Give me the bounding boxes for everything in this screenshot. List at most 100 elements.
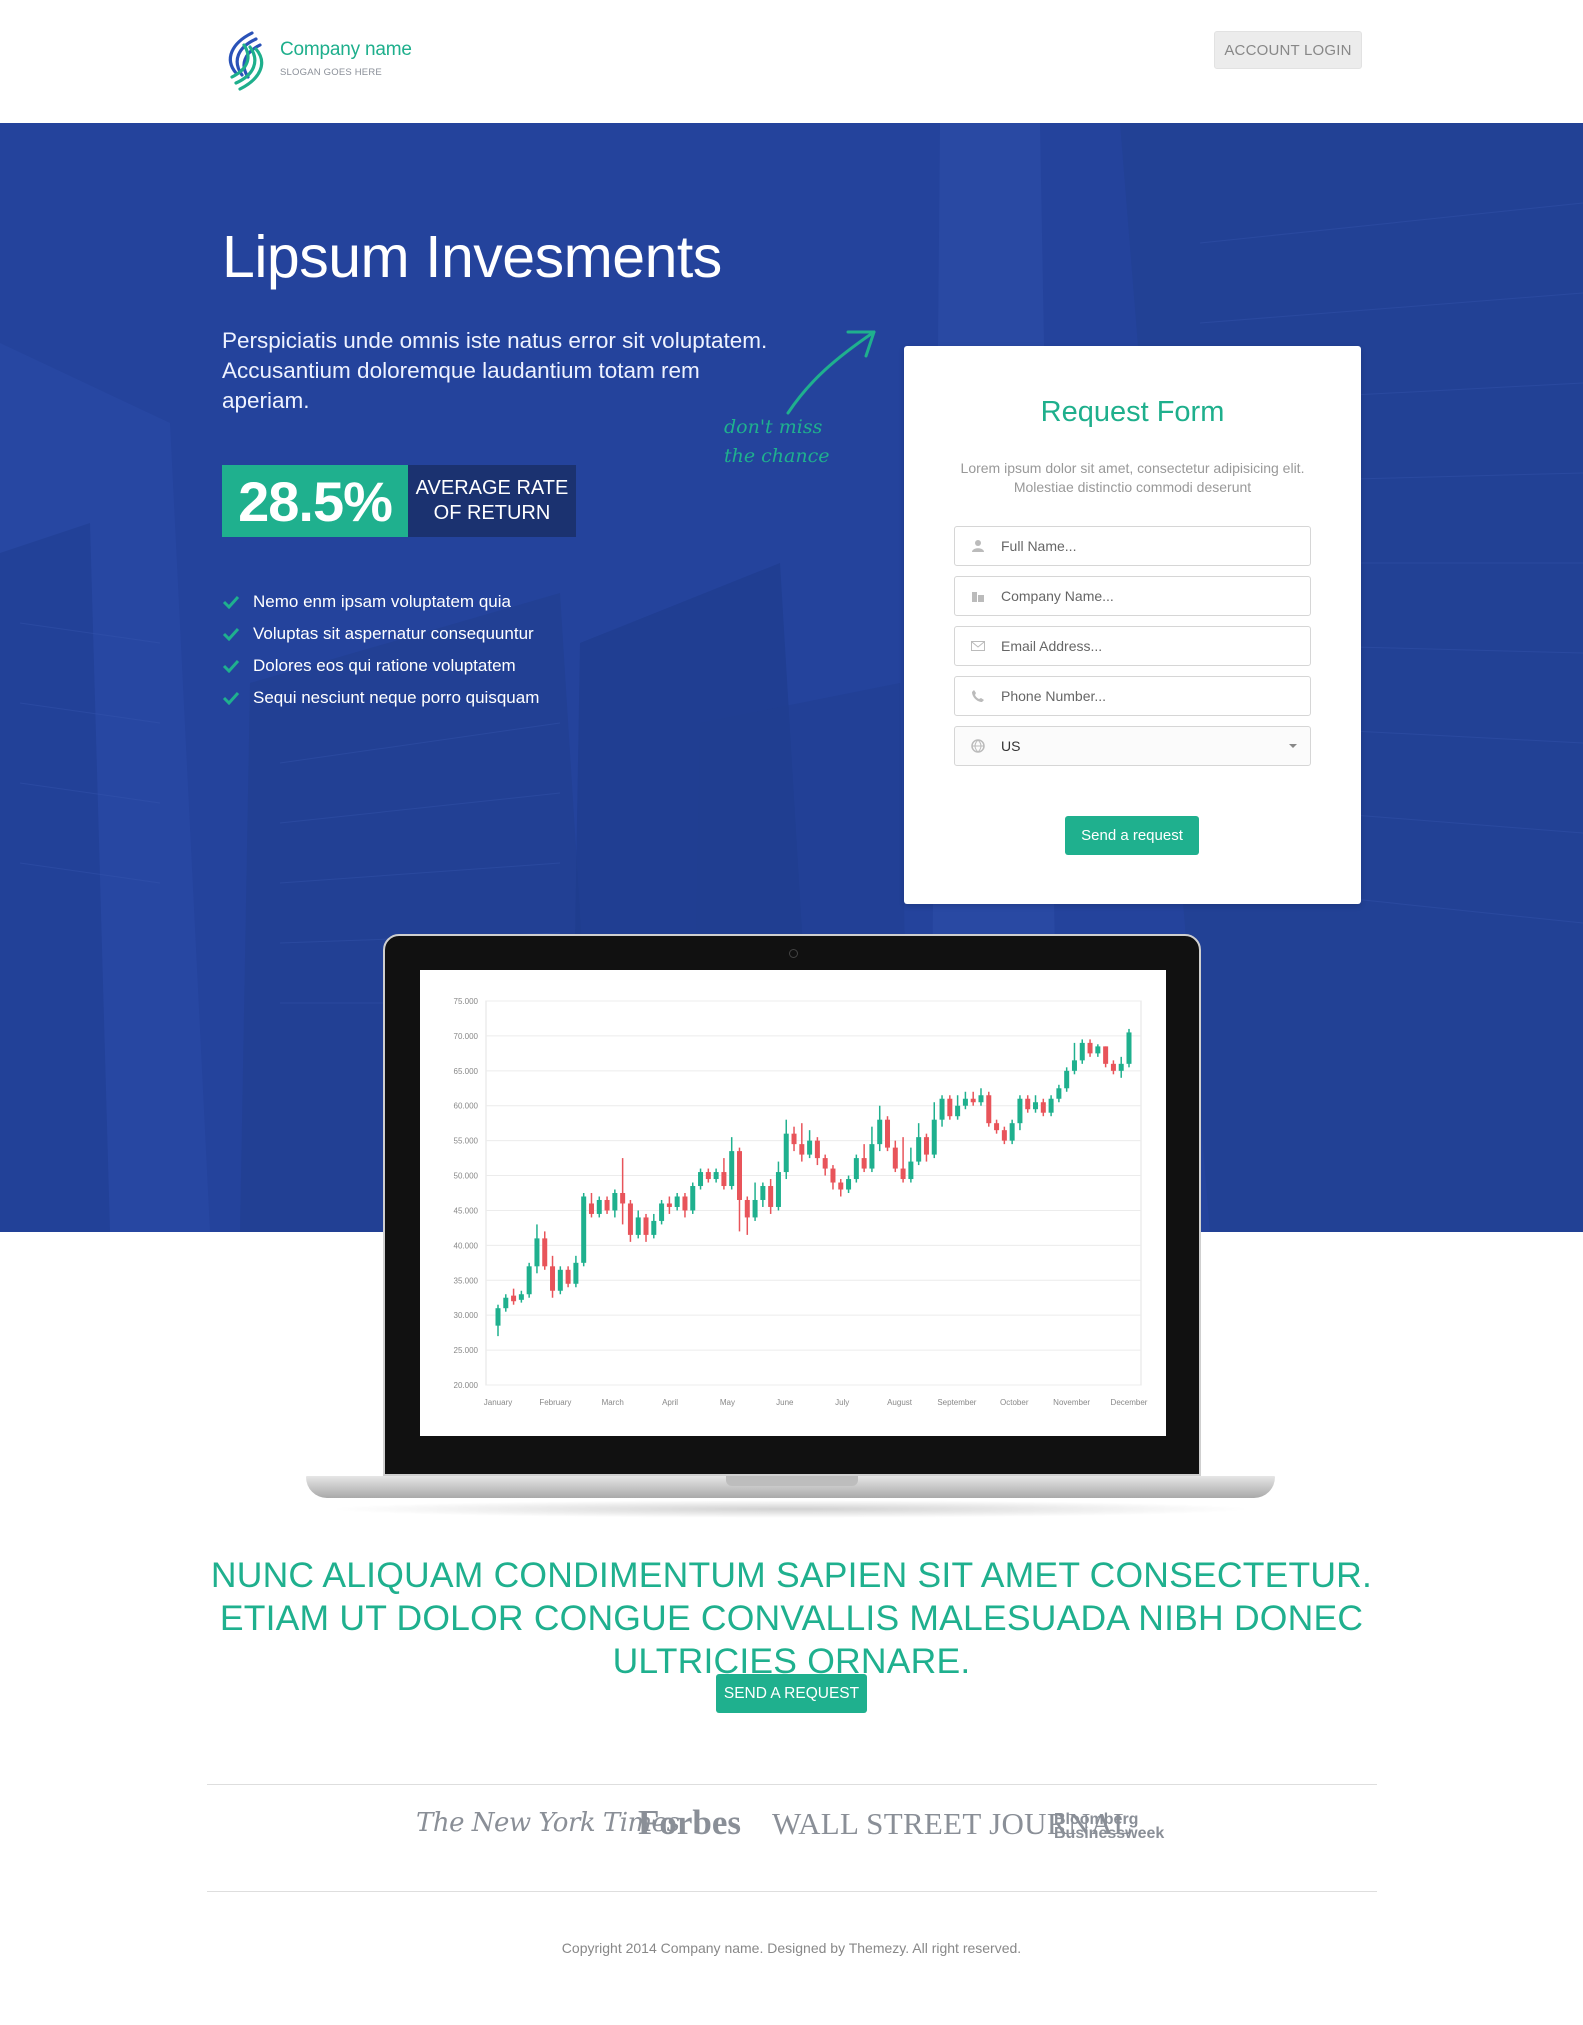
request-form: Request Form Lorem ipsum dolor sit amet,…: [904, 346, 1361, 904]
country-value: US: [1001, 738, 1021, 754]
candle-body: [503, 1297, 509, 1309]
chart-screen: 75.000 70.000 65.000 60.000 55.000 50.000 45.0…: [420, 970, 1166, 1436]
list-item: Voluptas sit aspernatur consequuntur: [222, 618, 539, 650]
candle-body: [986, 1095, 992, 1124]
candle-body: [900, 1168, 906, 1180]
y-tick-label: 70.000: [454, 1032, 479, 1041]
candle-body: [596, 1199, 602, 1214]
x-tick-label: February: [539, 1398, 571, 1407]
camera-icon: [789, 949, 798, 958]
feature-list: Nemo enm ipsam voluptatem quia Voluptas …: [222, 586, 539, 714]
candle-body: [690, 1186, 696, 1211]
candle-body: [550, 1266, 556, 1291]
company-name-field[interactable]: [954, 576, 1311, 616]
candle-body: [955, 1105, 961, 1117]
candle-body: [869, 1144, 875, 1169]
candle-body: [814, 1140, 820, 1159]
account-login-button[interactable]: ACCOUNT LOGIN: [1214, 31, 1362, 69]
chevron-down-icon[interactable]: [1288, 743, 1298, 749]
y-tick-label: 40.000: [454, 1241, 479, 1250]
x-tick-label: June: [776, 1398, 794, 1407]
stat-label: AVERAGE RATE OF RETURN: [408, 465, 576, 537]
cta-tagline: NUNC ALIQUAM CONDIMENTUM SAPIEN SIT AMET…: [210, 1555, 1373, 1681]
candle-body: [666, 1203, 672, 1207]
candle-body: [760, 1186, 766, 1200]
country-select[interactable]: US: [954, 726, 1311, 766]
send-request-button[interactable]: Send a request: [1065, 816, 1199, 855]
x-tick-label: September: [937, 1398, 976, 1407]
check-icon: [222, 691, 240, 705]
candle-body: [1040, 1102, 1046, 1113]
candle-body: [838, 1182, 844, 1190]
candle-body: [651, 1220, 657, 1235]
candle-body: [721, 1172, 727, 1187]
candle-body: [511, 1295, 517, 1302]
candle-body: [1001, 1130, 1007, 1141]
candle-body: [674, 1196, 680, 1207]
send-request-cta-button[interactable]: SEND A REQUEST: [716, 1674, 867, 1713]
candle-body: [557, 1269, 563, 1291]
note-line-1: don't miss: [724, 416, 823, 438]
candle-body: [877, 1119, 883, 1145]
candle-body: [846, 1179, 852, 1190]
candle-body: [908, 1161, 914, 1180]
candle-body: [736, 1151, 742, 1200]
candle-body: [581, 1196, 587, 1263]
candle-body: [604, 1199, 610, 1211]
candle-body: [659, 1203, 665, 1221]
phone-icon: [955, 677, 1001, 715]
email-input[interactable]: [1001, 638, 1281, 654]
candle-body: [885, 1119, 891, 1148]
candle-body: [612, 1193, 618, 1211]
divider: [207, 1891, 1377, 1892]
candle-body: [783, 1133, 789, 1173]
candle-body: [923, 1137, 929, 1155]
y-tick-label: 45.000: [454, 1206, 479, 1215]
candle-body: [861, 1158, 867, 1169]
candle-body: [705, 1172, 711, 1180]
candle-body: [1126, 1032, 1132, 1064]
laptop-mockup: 75.000 70.000 65.000 60.000 55.000 50.000 45.0…: [306, 934, 1275, 1522]
candle-body: [799, 1144, 805, 1155]
candle-body: [916, 1137, 922, 1162]
phone-input[interactable]: [1001, 688, 1281, 704]
candle-body: [1056, 1088, 1062, 1099]
candle-body: [1071, 1060, 1077, 1071]
y-tick-label: 20.000: [454, 1381, 479, 1390]
full-name-input[interactable]: [1001, 538, 1281, 554]
y-tick-label: 35.000: [454, 1276, 479, 1285]
divider: [207, 1784, 1377, 1785]
candle-body: [682, 1196, 688, 1211]
candle-body: [588, 1203, 594, 1214]
email-field[interactable]: [954, 626, 1311, 666]
candle-body: [892, 1147, 898, 1169]
check-icon: [222, 659, 240, 673]
candle-body: [1118, 1063, 1124, 1071]
company-logo-icon[interactable]: [222, 29, 270, 93]
candle-body: [970, 1098, 976, 1103]
candle-body: [627, 1203, 633, 1235]
building-icon: [955, 577, 1001, 615]
forbes-logo: Forbes: [638, 1803, 742, 1842]
candle-body: [620, 1193, 626, 1204]
x-tick-label: April: [662, 1398, 678, 1407]
candle-body: [1087, 1042, 1093, 1054]
candle-body: [822, 1158, 828, 1169]
candle-body: [565, 1269, 571, 1284]
hero-title: Lipsum Invesments: [222, 224, 722, 290]
x-tick-label: October: [1000, 1398, 1029, 1407]
full-name-field[interactable]: [954, 526, 1311, 566]
candle-body: [1095, 1046, 1101, 1054]
hero-subtitle: Perspiciatis unde omnis iste natus error…: [222, 328, 768, 413]
y-tick-label: 75.000: [454, 997, 479, 1006]
candle-body: [1079, 1042, 1085, 1061]
footer-copyright: Copyright 2014 Company name. Designed by…: [561, 1940, 1022, 1956]
x-tick-label: August: [887, 1398, 913, 1407]
candle-body: [526, 1266, 532, 1295]
y-tick-label: 50.000: [454, 1172, 479, 1181]
company-name-input[interactable]: [1001, 588, 1281, 604]
candle-body: [962, 1098, 968, 1106]
company-name[interactable]: Company name: [280, 39, 412, 61]
x-tick-label: December: [1111, 1398, 1148, 1407]
phone-field[interactable]: [954, 676, 1311, 716]
